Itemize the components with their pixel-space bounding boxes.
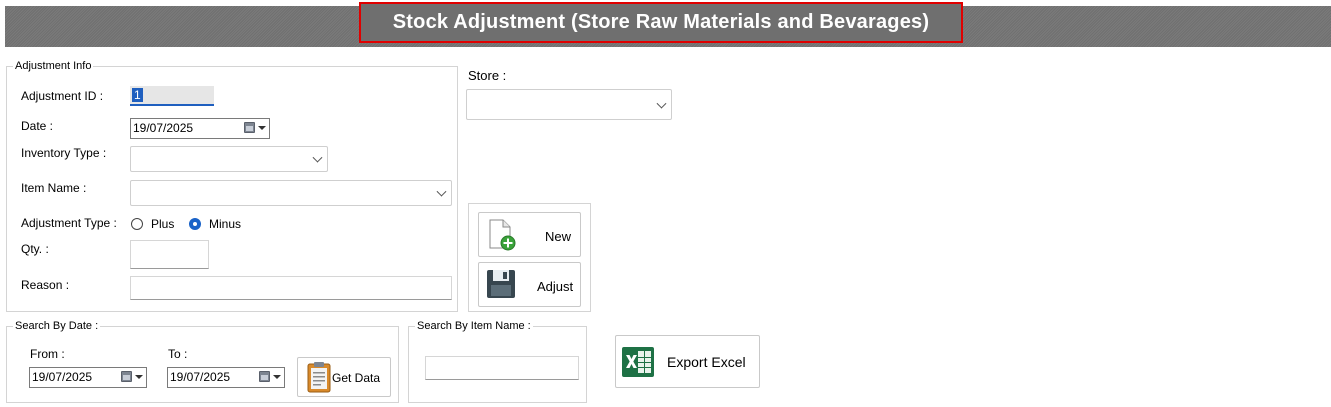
calendar-icon — [244, 122, 255, 133]
reason-input[interactable] — [130, 276, 452, 300]
plus-radio[interactable] — [131, 218, 143, 230]
inventory-type-label: Inventory Type : — [21, 146, 107, 160]
save-disk-icon — [487, 270, 515, 298]
new-button-label: New — [545, 229, 572, 244]
reason-label: Reason : — [21, 278, 70, 292]
item-name-select[interactable] — [130, 180, 452, 206]
from-label: From : — [30, 347, 65, 361]
new-document-icon — [489, 219, 516, 251]
new-button[interactable]: New — [478, 212, 581, 257]
page-title: Stock Adjustment (Store Raw Materials an… — [359, 2, 963, 43]
calendar-icon — [259, 371, 270, 382]
plus-radio-label[interactable]: Plus — [151, 217, 174, 231]
from-date-dropdown[interactable] — [121, 371, 143, 383]
to-date-dropdown[interactable] — [259, 371, 281, 383]
get-data-button[interactable]: Get Data — [297, 357, 391, 397]
get-data-button-label: Get Data — [332, 371, 381, 385]
inventory-type-select[interactable] — [130, 146, 328, 172]
adjustment-id-label: Adjustment ID : — [21, 89, 104, 103]
search-by-date-legend: Search By Date : — [15, 320, 99, 332]
dropdown-arrow-icon — [258, 126, 266, 130]
clipboard-icon — [307, 362, 331, 393]
to-date-picker[interactable]: 19/07/2025 — [167, 367, 285, 388]
qty-label: Qty. : — [21, 242, 49, 256]
store-label: Store : — [468, 68, 507, 83]
excel-icon — [622, 347, 654, 377]
date-dropdown[interactable] — [244, 122, 266, 134]
from-date-picker[interactable]: 19/07/2025 — [29, 367, 147, 388]
to-label: To : — [168, 347, 188, 361]
qty-input[interactable] — [130, 240, 209, 269]
search-by-item-legend: Search By Item Name : — [417, 320, 531, 332]
date-value: 19/07/2025 — [133, 121, 194, 135]
calendar-icon — [121, 371, 132, 382]
chevron-down-icon — [656, 98, 667, 109]
search-item-input[interactable] — [425, 356, 579, 380]
export-excel-button[interactable]: Export Excel — [615, 335, 760, 388]
adjust-button[interactable]: Adjust — [478, 262, 581, 307]
adjust-button-label: Adjust — [537, 279, 574, 294]
store-select[interactable] — [466, 89, 672, 120]
dropdown-arrow-icon — [273, 375, 281, 379]
from-date-value: 19/07/2025 — [32, 370, 93, 384]
date-label: Date : — [21, 119, 54, 133]
adjustment-info-legend: Adjustment Info — [15, 60, 92, 72]
adjustment-type-label: Adjustment Type : — [21, 216, 117, 230]
export-excel-label: Export Excel — [667, 354, 746, 370]
minus-radio-label[interactable]: Minus — [209, 217, 241, 231]
date-picker[interactable]: 19/07/2025 — [130, 118, 270, 139]
adjustment-id-value: 1 — [132, 88, 143, 102]
dropdown-arrow-icon — [135, 375, 143, 379]
adjustment-id-field[interactable]: 1 — [130, 86, 214, 106]
chevron-down-icon — [436, 186, 447, 197]
chevron-down-icon — [312, 152, 323, 163]
item-name-label: Item Name : — [21, 181, 87, 195]
minus-radio[interactable] — [189, 218, 201, 230]
to-date-value: 19/07/2025 — [170, 370, 231, 384]
